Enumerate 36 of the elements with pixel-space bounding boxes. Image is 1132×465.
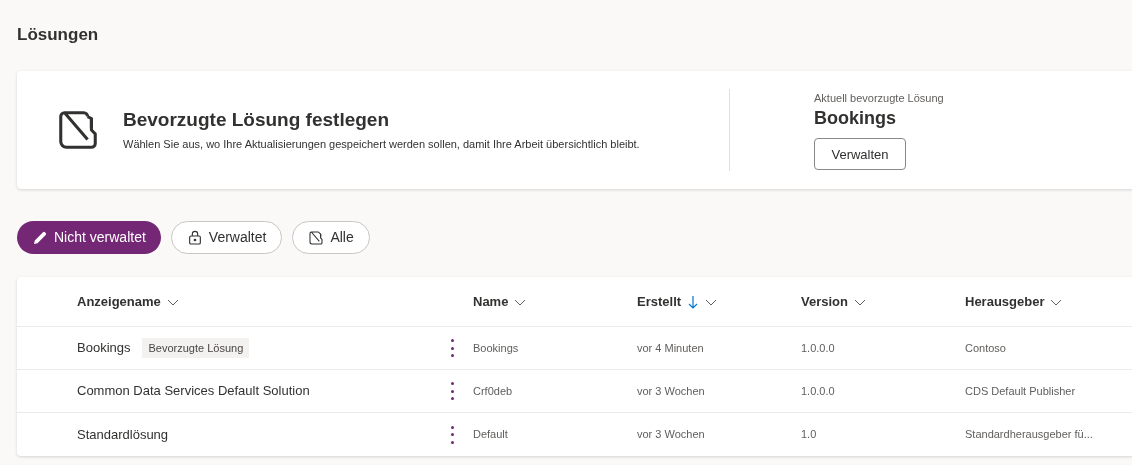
display-name[interactable]: Standardlösung	[77, 424, 169, 445]
column-header[interactable]: Herausgeber	[965, 291, 1132, 312]
filter-pill[interactable]: Verwaltet	[170, 221, 283, 254]
table-cell-text: Crf0deb	[473, 383, 514, 399]
filter-pill[interactable]: Alle	[292, 221, 370, 254]
table-cell-text: Contoso	[965, 340, 1007, 356]
preferred-tag: Bevorzugte Lösung	[142, 337, 250, 359]
table-cell-text: vor 3 Wochen	[637, 383, 706, 399]
table-cell-text: Default	[473, 427, 509, 443]
table-cell-text: vor 3 Wochen	[637, 427, 706, 443]
pencil-icon	[32, 229, 48, 246]
display-name[interactable]: Bookings	[77, 338, 131, 358]
lock-icon	[186, 229, 203, 246]
manage-button[interactable]: Verwalten	[814, 138, 906, 171]
more-options-icon[interactable]	[449, 425, 455, 444]
table-cell-text: 1.0.0.0	[801, 340, 836, 356]
filter-pill[interactable]: Nicht verwaltet	[17, 221, 161, 254]
table-cell-text: CDS Default Publisher	[965, 383, 1077, 399]
table-cell-text: vor 4 Minuten	[637, 340, 705, 356]
table-cell-text: 1.0	[801, 427, 818, 443]
card-title: Bevorzugte Lösung festlegen	[123, 107, 391, 132]
folder-icon	[308, 229, 325, 246]
column-header[interactable]: Name	[473, 291, 637, 312]
more-options-icon[interactable]	[449, 339, 455, 357]
current-solution: Bookings	[814, 107, 897, 131]
current-label: Aktuell bevorzugte Lösung	[814, 90, 944, 106]
more-options-icon[interactable]	[449, 382, 455, 400]
page-title: Lösungen	[17, 24, 100, 46]
column-header[interactable]: Erstellt	[637, 291, 801, 312]
column-header[interactable]: Version	[801, 291, 965, 312]
display-name[interactable]: Common Data Services Default Solution	[77, 381, 310, 401]
card-description: Wählen Sie aus, wo Ihre Aktualisierungen gespeichert werden sollen, damit Ihre Arbeit übersichtlich bleibt.	[123, 136, 641, 152]
column-header[interactable]: Anzeigename	[77, 291, 427, 312]
table-cell-text: Standardherausgeber fü...	[965, 427, 1094, 443]
table-cell-text: 1.0.0.0	[801, 383, 836, 399]
table-cell-text: Bookings	[473, 340, 520, 356]
